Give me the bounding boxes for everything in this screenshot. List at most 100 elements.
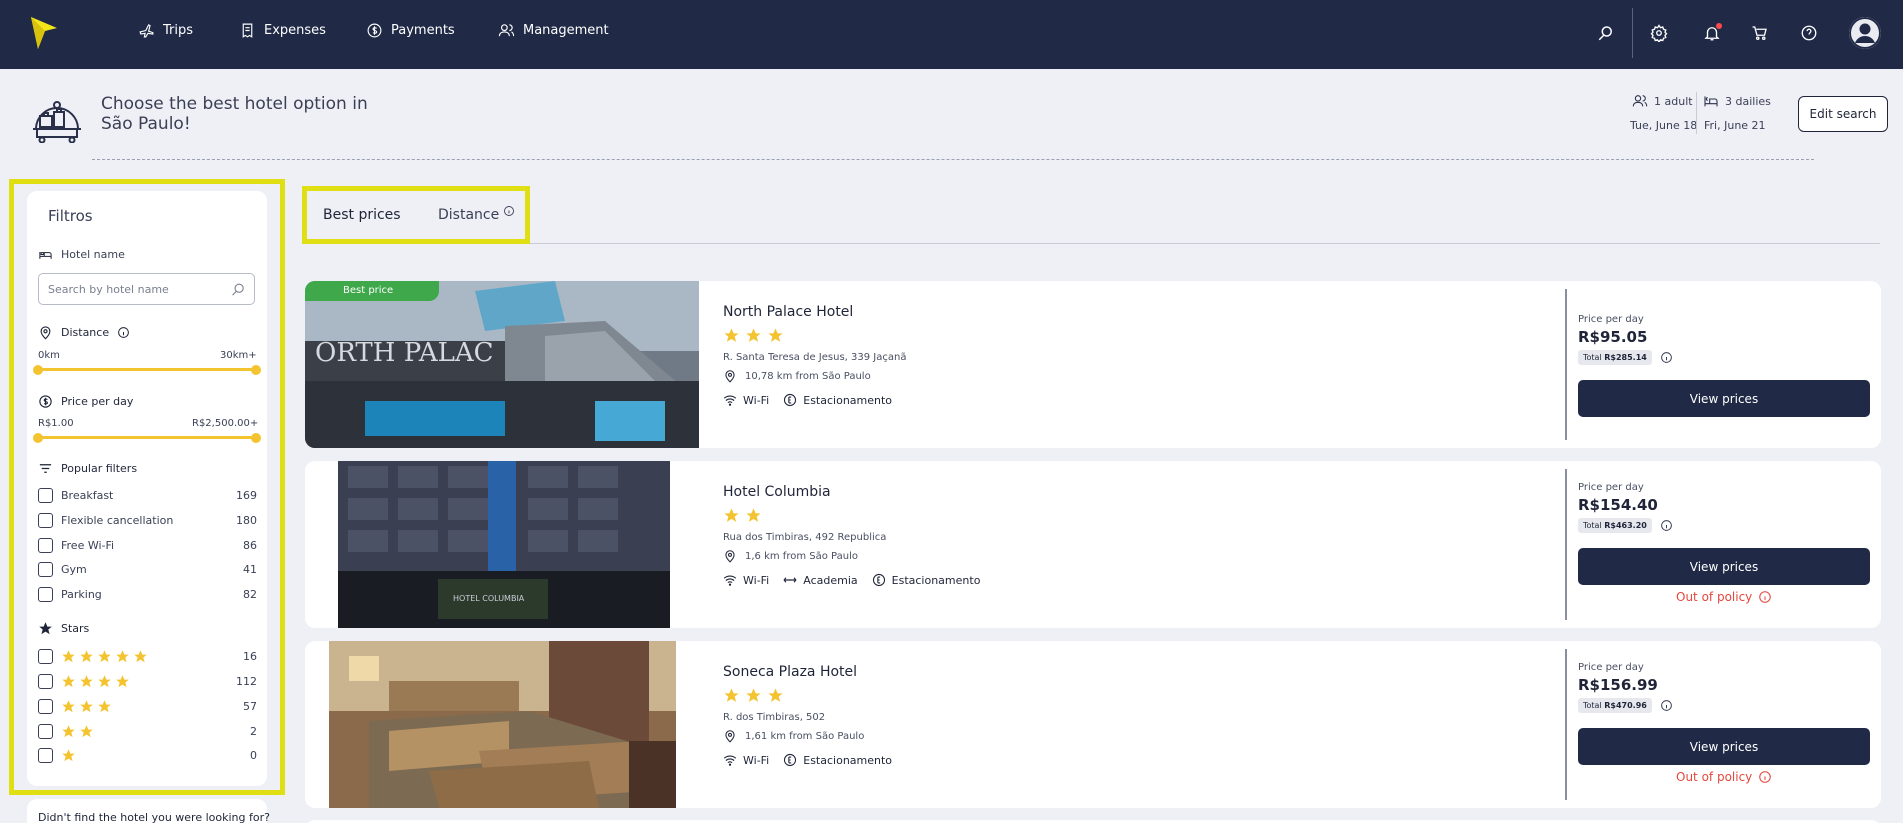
tab-distance[interactable]: Distance <box>438 205 515 223</box>
edit-search-button[interactable]: Edit search <box>1798 96 1888 132</box>
distance-slider-max-handle[interactable] <box>251 365 261 375</box>
filter-label: Flexible cancellation <box>61 513 174 527</box>
checkbox[interactable] <box>38 586 53 602</box>
info-icon[interactable] <box>503 205 515 217</box>
total-label: Total <box>1583 701 1602 710</box>
view-prices-button[interactable]: View prices <box>1578 728 1870 765</box>
card-divider <box>1565 649 1567 800</box>
hotel-name[interactable]: Soneca Plaza Hotel <box>723 664 857 680</box>
checkbox[interactable] <box>38 487 53 503</box>
checkbox[interactable] <box>38 648 53 664</box>
nav-notifications-button[interactable] <box>1701 22 1723 44</box>
checkbox[interactable] <box>38 723 53 739</box>
info-icon[interactable] <box>1660 699 1673 712</box>
filter-flexible-cancellation[interactable]: Flexible cancellation 180 <box>38 512 257 528</box>
filter-4-stars[interactable]: 112 <box>38 673 257 689</box>
view-prices-button[interactable]: View prices <box>1578 380 1870 417</box>
hotel-photo[interactable]: HOTEL COLUMBIA <box>338 461 670 628</box>
price-slider-max-handle[interactable] <box>251 433 261 443</box>
tab-best-prices[interactable]: Best prices <box>323 207 401 223</box>
star-icon <box>98 649 111 662</box>
hotel-name-search-input[interactable] <box>39 274 219 304</box>
star-icon <box>134 649 147 662</box>
hotel-distance-text: 1,61 km from São Paulo <box>745 730 865 742</box>
star-icon <box>768 688 783 702</box>
filter-free-wifi[interactable]: Free Wi-Fi 86 <box>38 537 257 553</box>
hotel-name[interactable]: North Palace Hotel <box>723 304 853 320</box>
filter-gym[interactable]: Gym 41 <box>38 561 257 577</box>
amenity-label: Wi-Fi <box>743 753 770 767</box>
filter-3-stars[interactable]: 57 <box>38 698 257 714</box>
checkbox[interactable] <box>38 673 53 689</box>
nav-expenses[interactable]: Expenses <box>239 22 326 39</box>
total-price-value: R$470.96 <box>1604 701 1647 710</box>
star-icon <box>80 699 93 712</box>
filter-2-stars[interactable]: 2 <box>38 723 257 739</box>
filter-count: 169 <box>236 488 257 502</box>
amenity-parking: Estacionamento <box>783 393 892 407</box>
out-of-policy-text: Out of policy <box>1676 590 1753 604</box>
nav-help-button[interactable] <box>1798 22 1820 44</box>
filter-label: Gym <box>61 562 87 576</box>
star-icon <box>724 688 739 702</box>
checkbox[interactable] <box>38 512 53 528</box>
nav-cart-button[interactable] <box>1749 22 1771 44</box>
filter-lines-icon <box>39 464 52 473</box>
star-icon <box>98 699 111 712</box>
price-slider-track[interactable] <box>38 436 257 439</box>
checkbox[interactable] <box>38 561 53 577</box>
hotel-concierge-icon <box>33 101 81 143</box>
info-icon[interactable] <box>1660 351 1673 364</box>
filter-1-star[interactable]: 0 <box>38 747 257 763</box>
price-per-day-label: Price per day <box>1578 482 1644 493</box>
info-icon[interactable] <box>1660 519 1673 532</box>
checkbox[interactable] <box>38 698 53 714</box>
checkbox[interactable] <box>38 537 53 553</box>
nav-management[interactable]: Management <box>498 22 609 39</box>
help-icon <box>1801 25 1817 41</box>
total-label: Total <box>1583 353 1602 362</box>
filter-breakfast[interactable]: Breakfast 169 <box>38 487 257 503</box>
hotel-photo[interactable] <box>329 641 676 808</box>
out-of-policy-label[interactable]: Out of policy <box>1676 770 1772 784</box>
logo-icon[interactable] <box>30 16 58 50</box>
star-rating <box>61 724 250 739</box>
out-of-policy-label[interactable]: Out of policy <box>1676 590 1772 604</box>
view-prices-button[interactable]: View prices <box>1578 548 1870 585</box>
star-icon <box>62 724 75 737</box>
guests-summary: 1 adult <box>1632 93 1693 109</box>
filter-5-stars[interactable]: 16 <box>38 648 257 664</box>
star-rating <box>61 674 236 689</box>
location-pin-icon <box>725 730 735 743</box>
hotel-distance: 10,78 km from São Paulo <box>723 369 871 383</box>
hotel-distance-text: 1,6 km from São Paulo <box>745 550 858 562</box>
checkbox[interactable] <box>38 747 53 763</box>
nav-search-button[interactable] <box>1595 22 1617 44</box>
hotel-name[interactable]: Hotel Columbia <box>723 484 831 500</box>
parking-icon <box>784 753 797 767</box>
distance-slider-track[interactable] <box>38 368 257 371</box>
info-icon[interactable] <box>117 326 130 339</box>
wifi-icon <box>723 755 737 766</box>
gym-icon <box>783 577 797 583</box>
nav-payments[interactable]: Payments <box>366 22 455 39</box>
notification-dot <box>1716 23 1722 29</box>
filter-parking[interactable]: Parking 82 <box>38 586 257 602</box>
nav-settings-button[interactable] <box>1648 22 1670 44</box>
amenity-label: Estacionamento <box>891 573 981 587</box>
total-price-row: Total R$470.96 <box>1578 698 1673 713</box>
search-icon[interactable] <box>231 282 246 297</box>
hotel-name-label-text: Hotel name <box>61 248 125 261</box>
hotel-photo[interactable]: ORTH PALAC <box>305 281 699 448</box>
info-icon[interactable] <box>1758 770 1772 784</box>
avatar[interactable] <box>1849 17 1881 49</box>
checkin-date: Tue, June 18 <box>1630 119 1698 132</box>
nav-trips[interactable]: Trips <box>138 22 193 39</box>
info-icon[interactable] <box>1758 590 1772 604</box>
distance-slider-min-handle[interactable] <box>33 365 43 375</box>
svg-text:ORTH PALAC: ORTH PALAC <box>315 338 494 368</box>
hotel-search-box <box>38 273 255 305</box>
total-price-chip: Total R$463.20 <box>1578 518 1652 533</box>
price-slider-min-handle[interactable] <box>33 433 43 443</box>
star-icon <box>116 649 129 662</box>
